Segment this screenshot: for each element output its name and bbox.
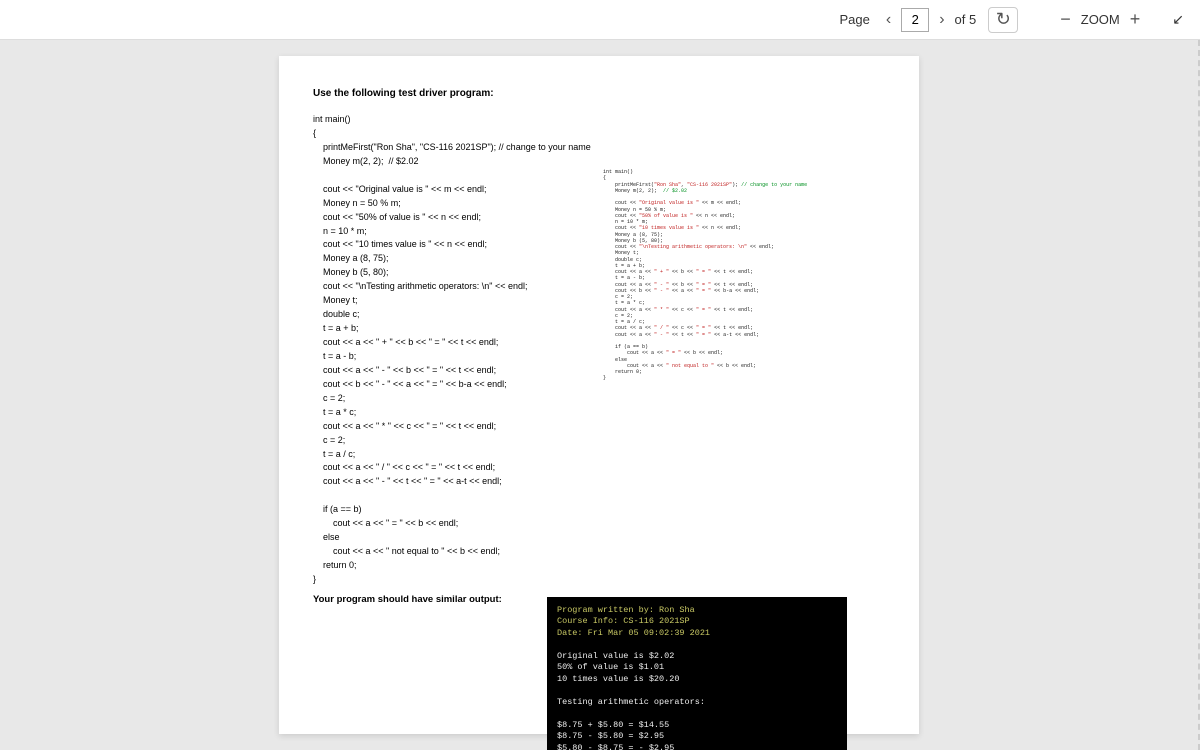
collapse-icon[interactable]: ↙︎ <box>1172 11 1184 28</box>
zoom-out-button[interactable]: − <box>1060 9 1071 30</box>
output-label: Your program should have similar output: <box>313 593 533 607</box>
prev-page-button[interactable]: ‹ <box>882 9 895 31</box>
section-heading: Use the following test driver program: <box>313 86 885 101</box>
next-page-button[interactable]: › <box>935 9 948 31</box>
document-viewer: Use the following test driver program: i… <box>0 40 1200 750</box>
terminal-output: Program written by: Ron Sha Course Info:… <box>547 597 847 750</box>
ide-code-thumbnail: int main() { printMeFirst("Ron Sha", "CS… <box>603 169 885 382</box>
toolbar: Page ‹ › of 5 ↻ − ZOOM + ↙︎ <box>0 0 1200 40</box>
zoom-in-button[interactable]: + <box>1130 9 1141 30</box>
page-navigation: Page ‹ › of 5 <box>840 8 977 32</box>
page-label: Page <box>840 12 870 27</box>
page-count-label: of 5 <box>955 12 977 27</box>
zoom-controls: − ZOOM + <box>1060 9 1140 30</box>
reload-button[interactable]: ↻ <box>988 7 1018 33</box>
terminal-header: Program written by: Ron Sha Course Info:… <box>557 605 710 638</box>
terminal-body: Original value is $2.02 50% of value is … <box>557 651 705 750</box>
document-page: Use the following test driver program: i… <box>279 56 919 734</box>
main-code-block: int main() { printMeFirst("Ron Sha", "CS… <box>313 113 593 587</box>
zoom-label: ZOOM <box>1081 12 1120 27</box>
page-number-input[interactable] <box>901 8 929 32</box>
